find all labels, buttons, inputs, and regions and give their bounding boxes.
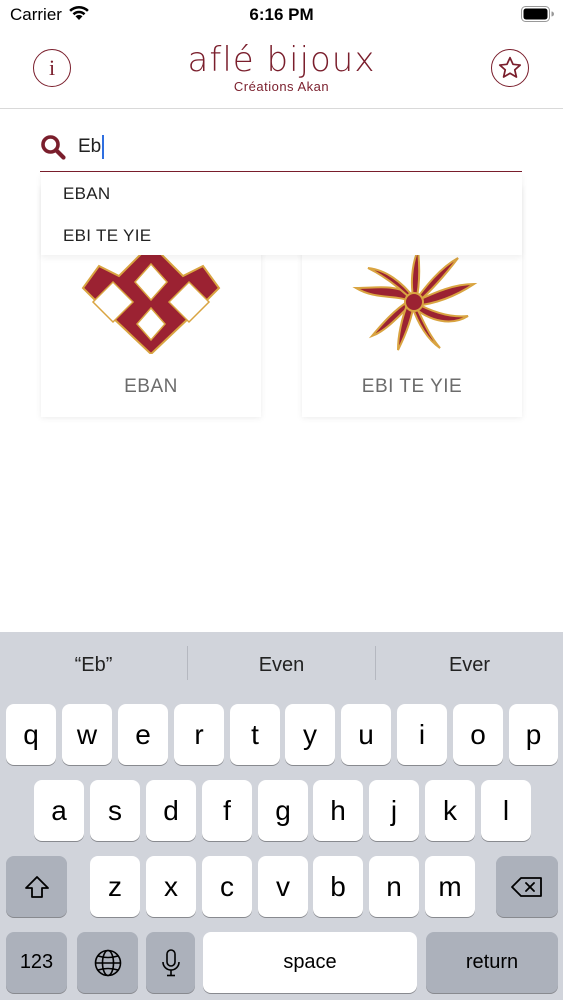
key[interactable]: p (509, 704, 558, 765)
clock: 6:16 PM (249, 5, 314, 24)
search-icon (41, 135, 66, 160)
key[interactable]: b (313, 856, 363, 917)
star-icon (498, 56, 522, 78)
key[interactable]: n (369, 856, 419, 917)
keyboard: “Eb” Even Ever q w e r t y u i o p a s d… (0, 632, 563, 1000)
card-label: EBAN (124, 376, 178, 397)
microphone-icon (161, 948, 180, 976)
key[interactable]: g (258, 780, 308, 841)
key[interactable]: f (202, 780, 252, 841)
app-header: i aflé bijoux Créations Akan (0, 30, 563, 109)
return-key[interactable]: return (426, 932, 558, 993)
key[interactable]: w (62, 704, 112, 765)
shift-icon (24, 875, 49, 898)
suggestion-item[interactable]: EBAN (63, 184, 111, 204)
globe-key[interactable] (77, 932, 138, 993)
key[interactable]: e (118, 704, 168, 765)
numbers-key[interactable]: 123 (6, 932, 67, 993)
search-input-text: Eb (78, 136, 102, 157)
key[interactable]: z (90, 856, 140, 917)
card-label: EBI TE YIE (361, 376, 463, 397)
predictive-bar: “Eb” Even Ever (0, 632, 563, 700)
key[interactable]: i (397, 704, 447, 765)
suggestion-item[interactable]: EBI TE YIE (63, 226, 151, 246)
text-caret (102, 135, 105, 159)
favorites-button[interactable] (491, 49, 529, 87)
logo-title: aflé bijoux (187, 40, 376, 80)
key[interactable]: j (369, 780, 419, 841)
space-key[interactable]: space (203, 932, 417, 993)
delete-key[interactable] (496, 856, 558, 917)
key[interactable]: c (202, 856, 252, 917)
prediction-item[interactable]: Ever (376, 654, 563, 677)
globe-icon (94, 949, 121, 976)
key[interactable]: x (146, 856, 196, 917)
suggestions-dropdown: EBAN EBI TE YIE (41, 172, 522, 255)
eban-symbol-icon (81, 244, 221, 354)
key[interactable]: u (341, 704, 391, 765)
key[interactable]: o (453, 704, 503, 765)
delete-icon (511, 876, 542, 897)
search-input[interactable]: Eb (78, 134, 105, 160)
key[interactable]: v (258, 856, 308, 917)
key[interactable]: k (425, 780, 475, 841)
key[interactable]: s (90, 780, 140, 841)
prediction-item[interactable]: Even (188, 654, 375, 677)
info-button[interactable]: i (33, 49, 71, 87)
search-bar[interactable]: Eb (40, 128, 522, 172)
status-bar: Carrier 6:16 PM (0, 0, 563, 30)
logo-subtitle: Créations Akan (233, 79, 330, 94)
battery-icon (521, 6, 554, 22)
key[interactable]: t (230, 704, 280, 765)
key[interactable]: d (146, 780, 196, 841)
ebi-te-yie-symbol-icon (352, 246, 478, 351)
app-logo: aflé bijoux Créations Akan (170, 40, 393, 100)
prediction-item[interactable]: “Eb” (0, 654, 187, 677)
key[interactable]: a (34, 780, 84, 841)
key[interactable]: y (285, 704, 335, 765)
key[interactable]: h (313, 780, 363, 841)
key[interactable]: q (6, 704, 56, 765)
key[interactable]: l (481, 780, 531, 841)
key[interactable]: r (174, 704, 224, 765)
key[interactable]: m (425, 856, 475, 917)
info-icon: i (48, 55, 56, 80)
dictation-key[interactable] (146, 932, 195, 993)
shift-key[interactable] (6, 856, 67, 917)
